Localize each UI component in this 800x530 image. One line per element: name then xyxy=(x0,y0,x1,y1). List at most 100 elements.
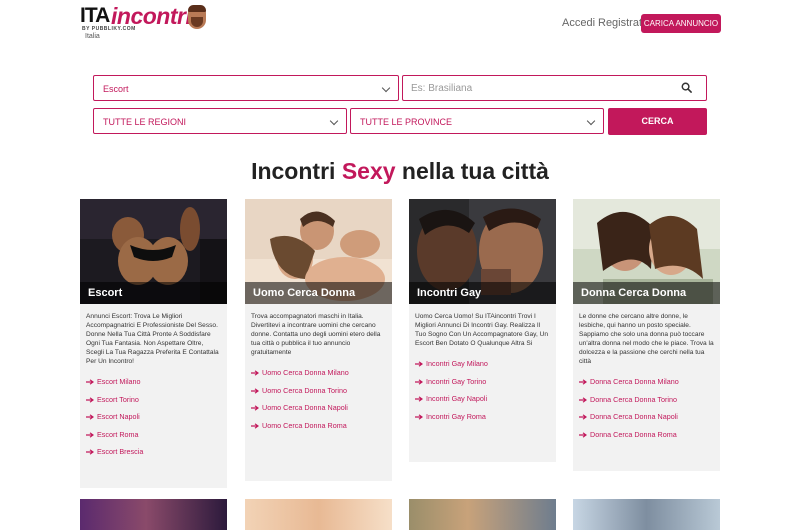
search-submit-button[interactable]: CERCA xyxy=(608,108,707,135)
logo-by-text: BY PUBBLIKY.COM xyxy=(82,26,136,32)
register-link[interactable]: Registrati xyxy=(598,17,644,29)
post-ad-button[interactable]: CARICA ANNUNCIO xyxy=(641,14,721,33)
city-link-label: Uomo Cerca Donna Roma xyxy=(262,420,347,430)
city-links-list: Donna Cerca Donna Milano Donna Cerca Don… xyxy=(573,366,720,443)
city-link[interactable]: Escort Torino xyxy=(86,391,221,409)
city-link[interactable]: Incontri Gay Roma xyxy=(415,408,550,426)
arrow-right-icon xyxy=(86,449,94,456)
city-links-list: Escort Milano Escort Torino Escort Napol… xyxy=(80,366,227,461)
arrow-right-icon xyxy=(579,414,587,420)
arrow-right-icon xyxy=(579,379,587,385)
site-header: ITA incontri BY PUBBLIKY.COM Italia Acce… xyxy=(0,0,800,50)
city-link[interactable]: Uomo Cerca Donna Napoli xyxy=(251,399,386,417)
category-title[interactable]: Escort xyxy=(80,282,227,304)
arrow-right-icon xyxy=(579,432,587,438)
category-card-incontri-gay: Incontri Gay Uomo Cerca Uomo! Su ITAinco… xyxy=(409,199,556,462)
arrow-right-icon xyxy=(251,423,259,429)
category-image[interactable] xyxy=(245,499,392,530)
category-image[interactable]: Donna Cerca Donna xyxy=(573,199,720,304)
city-link[interactable]: Donna Cerca Donna Torino xyxy=(579,391,714,409)
search-icon[interactable] xyxy=(681,82,692,93)
city-link[interactable]: Donna Cerca Donna Napoli xyxy=(579,408,714,426)
city-link[interactable]: Uomo Cerca Donna Roma xyxy=(251,417,386,435)
city-link-label: Donna Cerca Donna Torino xyxy=(590,394,677,404)
title-accent: Sexy xyxy=(341,158,396,184)
arrow-right-icon xyxy=(251,370,259,376)
category-title[interactable]: Uomo Cerca Donna xyxy=(245,282,392,304)
category-card-escort: Escort Annunci Escort: Trova Le Migliori… xyxy=(80,199,227,488)
chevron-down-icon xyxy=(586,116,596,126)
arrow-right-icon xyxy=(251,388,259,394)
category-title[interactable]: Incontri Gay xyxy=(409,282,556,304)
region-select[interactable]: TUTTE LE REGIONI xyxy=(93,108,347,134)
category-card-uomo-cerca-donna: Uomo Cerca Donna Trova accompagnatori ma… xyxy=(245,199,392,481)
city-link-label: Incontri Gay Torino xyxy=(426,376,487,386)
city-links-list: Uomo Cerca Donna Milano Uomo Cerca Donna… xyxy=(245,357,392,434)
category-card-donna-cerca-donna: Donna Cerca Donna Le donne che cercano a… xyxy=(573,199,720,471)
category-select-value: Escort xyxy=(103,84,129,94)
title-pre: Incontri xyxy=(251,158,342,184)
city-link-label: Incontri Gay Roma xyxy=(426,411,486,421)
city-link[interactable]: Incontri Gay Milano xyxy=(415,355,550,373)
title-post: nella tua città xyxy=(395,158,549,184)
arrow-right-icon xyxy=(415,414,423,420)
region-select-value: TUTTE LE REGIONI xyxy=(103,117,187,127)
arrow-right-icon xyxy=(86,414,94,420)
arrow-right-icon xyxy=(415,379,423,385)
keyword-search-input[interactable]: Es: Brasiliana xyxy=(402,75,707,101)
city-link-label: Donna Cerca Donna Milano xyxy=(590,377,679,386)
city-link-label: Uomo Cerca Donna Torino xyxy=(262,385,347,395)
category-image[interactable] xyxy=(573,499,720,530)
arrow-right-icon xyxy=(86,379,94,385)
category-title[interactable]: Donna Cerca Donna xyxy=(573,282,720,304)
page-title: Incontri Sexy nella tua città xyxy=(0,158,800,185)
arrow-right-icon xyxy=(415,361,423,367)
city-link-label: Donna Cerca Donna Napoli xyxy=(590,412,678,422)
city-link-label: Escort Torino xyxy=(97,394,139,404)
province-select-value: TUTTE LE PROVINCE xyxy=(360,117,453,127)
city-link[interactable]: Escort Milano xyxy=(86,373,221,391)
category-description: Le donne che cercano altre donne, le les… xyxy=(579,313,714,365)
category-description: Annunci Escort: Trova Le Migliori Accomp… xyxy=(86,313,219,365)
category-description: Trova accompagnatori maschi in Italia. D… xyxy=(251,313,381,356)
category-image[interactable]: Incontri Gay xyxy=(409,199,556,304)
city-link[interactable]: Donna Cerca Donna Milano xyxy=(579,373,714,391)
login-link[interactable]: Accedi xyxy=(562,17,595,29)
city-link[interactable]: Donna Cerca Donna Roma xyxy=(579,426,714,444)
city-link-label: Uomo Cerca Donna Napoli xyxy=(262,403,348,413)
chevron-down-icon xyxy=(381,83,391,93)
logo-ita-text: ITA xyxy=(80,4,110,27)
city-link-label: Donna Cerca Donna Roma xyxy=(590,429,677,439)
city-link-label: Uomo Cerca Donna Milano xyxy=(262,368,349,377)
city-links-list: Incontri Gay Milano Incontri Gay Torino … xyxy=(409,348,556,425)
category-image[interactable] xyxy=(80,499,227,530)
arrow-right-icon xyxy=(579,397,587,403)
category-image[interactable]: Escort xyxy=(80,199,227,304)
arrow-right-icon xyxy=(251,405,259,411)
keyword-placeholder: Es: Brasiliana xyxy=(411,83,473,94)
category-image[interactable] xyxy=(409,499,556,530)
province-select[interactable]: TUTTE LE PROVINCE xyxy=(350,108,604,134)
city-link[interactable]: Escort Brescia xyxy=(86,443,221,461)
logo-mascot-icon xyxy=(188,5,206,29)
city-link-label: Incontri Gay Milano xyxy=(426,359,488,368)
category-select[interactable]: Escort xyxy=(93,75,399,101)
city-link-label: Escort Roma xyxy=(97,429,139,439)
city-link[interactable]: Uomo Cerca Donna Torino xyxy=(251,382,386,400)
category-description: Uomo Cerca Uomo! Su ITAincontri Trovi I … xyxy=(415,313,549,347)
city-link[interactable]: Incontri Gay Torino xyxy=(415,373,550,391)
chevron-down-icon xyxy=(329,116,339,126)
city-link-label: Escort Brescia xyxy=(97,447,144,457)
city-link-label: Escort Milano xyxy=(97,377,141,386)
arrow-right-icon xyxy=(86,397,94,403)
city-link-label: Escort Napoli xyxy=(97,412,140,422)
arrow-right-icon xyxy=(86,432,94,438)
arrow-right-icon xyxy=(415,396,423,402)
city-link[interactable]: Escort Roma xyxy=(86,426,221,444)
category-image[interactable]: Uomo Cerca Donna xyxy=(245,199,392,304)
city-link[interactable]: Uomo Cerca Donna Milano xyxy=(251,364,386,382)
city-link-label: Incontri Gay Napoli xyxy=(426,394,488,404)
city-link[interactable]: Incontri Gay Napoli xyxy=(415,390,550,408)
city-link[interactable]: Escort Napoli xyxy=(86,408,221,426)
logo-country-label: Italia xyxy=(85,33,100,40)
